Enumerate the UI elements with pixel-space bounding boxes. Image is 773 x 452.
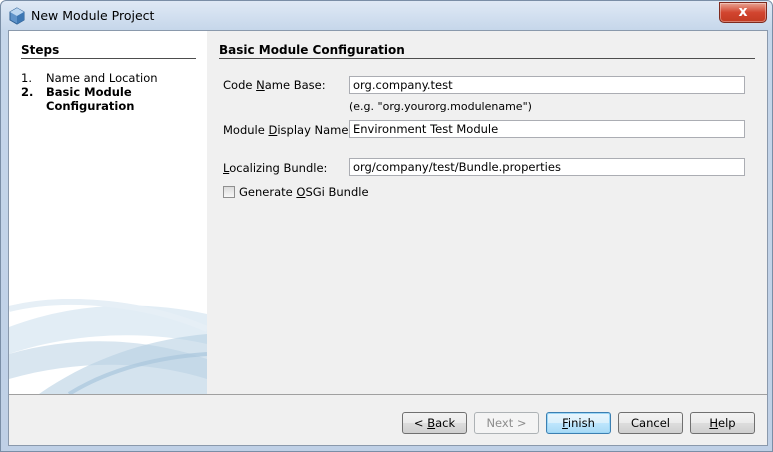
- code-name-base-input[interactable]: [349, 76, 745, 94]
- step-number: 1.: [21, 71, 32, 85]
- help-button[interactable]: Help: [690, 412, 755, 434]
- footer-separator: [9, 394, 767, 395]
- module-display-name-label: Module Display Name:: [223, 123, 353, 137]
- netbeans-cube-icon: [9, 7, 25, 25]
- step-label: Name and Location: [46, 71, 158, 85]
- localizing-bundle-label: Localizing Bundle:: [223, 161, 328, 175]
- section-title: Basic Module Configuration: [219, 43, 405, 57]
- window-title: New Module Project: [31, 8, 155, 23]
- close-button[interactable]: x: [719, 2, 767, 23]
- section-divider: [219, 58, 755, 59]
- wizard-client-area: Steps 1. Name and Location 2. Basic Modu…: [8, 30, 768, 446]
- close-icon: x: [738, 4, 748, 20]
- localizing-bundle-input[interactable]: [349, 158, 745, 176]
- generate-osgi-bundle-checkbox[interactable]: [223, 186, 235, 198]
- steps-title: Steps: [21, 43, 60, 57]
- generate-osgi-bundle-label[interactable]: Generate OSGi Bundle: [239, 185, 369, 199]
- steps-panel: Steps 1. Name and Location 2. Basic Modu…: [9, 31, 207, 394]
- configuration-panel: Basic Module Configuration Code Name Bas…: [207, 31, 767, 394]
- title-bar[interactable]: New Module Project x: [1, 1, 772, 31]
- cancel-button[interactable]: Cancel: [618, 412, 683, 434]
- step-number: 2.: [21, 85, 34, 99]
- wizard-swoosh-graphic: [9, 299, 207, 394]
- code-name-base-label: Code Name Base:: [223, 78, 326, 92]
- finish-button[interactable]: Finish: [546, 412, 611, 434]
- step-label: Basic Module Configuration: [46, 85, 135, 113]
- code-name-base-hint: (e.g. "org.yourorg.modulename"): [349, 100, 532, 113]
- wizard-window: New Module Project x Steps 1. Name and L…: [0, 0, 773, 452]
- module-display-name-input[interactable]: [349, 120, 745, 138]
- next-button[interactable]: Next >: [474, 412, 539, 434]
- back-button[interactable]: < Back: [402, 412, 467, 434]
- steps-divider: [21, 58, 196, 59]
